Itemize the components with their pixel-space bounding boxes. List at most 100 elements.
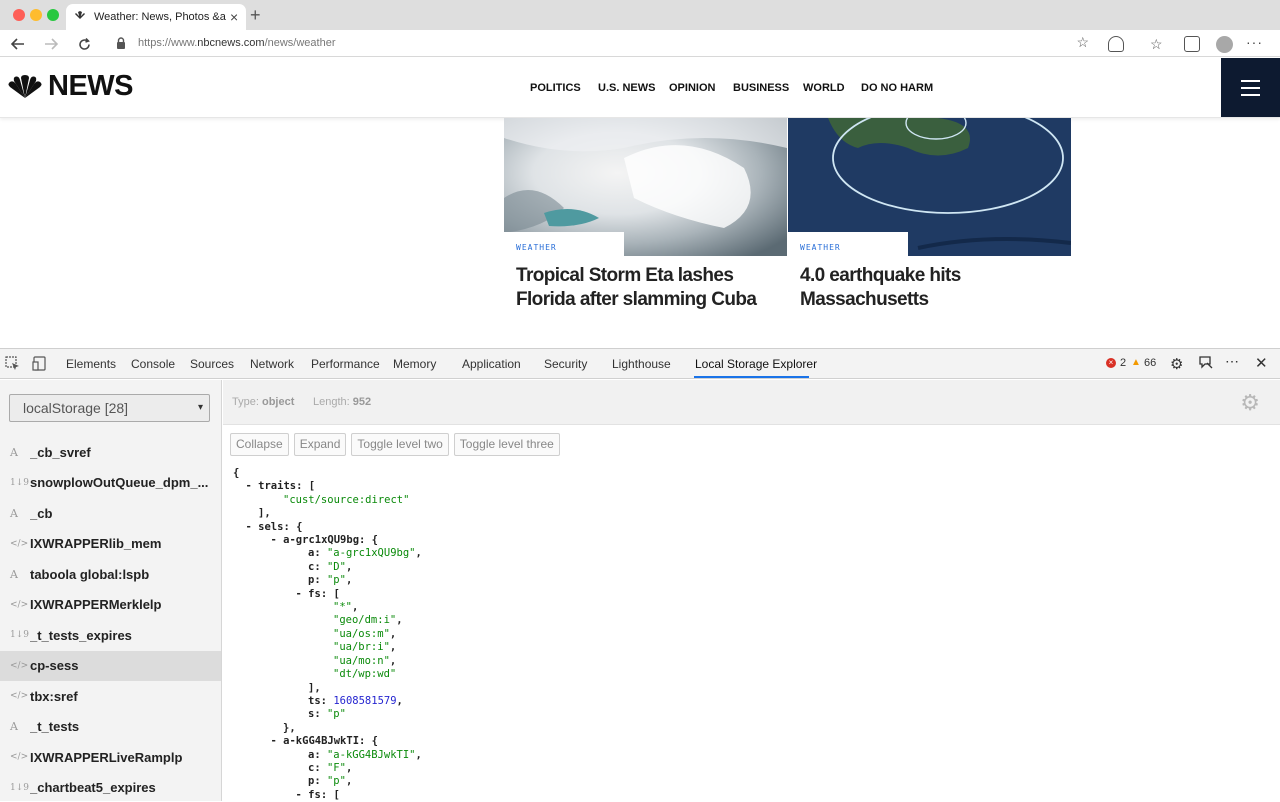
- json-token: : {: [359, 534, 378, 547]
- tab-title: Weather: News, Photos &amp; ...: [94, 11, 226, 23]
- tab-performance[interactable]: Performance: [311, 357, 380, 371]
- nav-do-no-harm[interactable]: DO NO HARM: [861, 82, 933, 94]
- tab-memory[interactable]: Memory: [393, 357, 436, 371]
- storage-key-name: IXWRAPPERlib_mem: [30, 536, 162, 552]
- window-maximize-button[interactable]: [47, 9, 59, 21]
- reload-icon: [78, 37, 90, 50]
- storm-satellite-image[interactable]: [504, 118, 787, 256]
- json-key: sels: [258, 520, 284, 533]
- tab-lighthouse[interactable]: Lighthouse: [612, 357, 671, 371]
- tab-sources[interactable]: Sources: [190, 357, 234, 371]
- nav-opinion[interactable]: OPINION: [669, 82, 715, 94]
- browser-menu-icon[interactable]: ···: [1246, 34, 1263, 50]
- warning-count[interactable]: 66: [1144, 357, 1156, 369]
- viewer-settings-gear-icon[interactable]: ⚙: [1240, 390, 1260, 416]
- forward-button[interactable]: [41, 34, 61, 54]
- json-token[interactable]: -: [296, 789, 309, 801]
- inspect-element-icon[interactable]: [5, 356, 20, 371]
- toggle-level-three-button[interactable]: Toggle level three: [453, 433, 560, 456]
- bookmark-star-icon[interactable]: ☆: [1076, 34, 1089, 51]
- tracking-prevention-icon[interactable]: [1108, 36, 1124, 52]
- json-token[interactable]: -: [296, 588, 309, 600]
- json-token[interactable]: -: [246, 480, 259, 492]
- json-token: : {: [359, 735, 378, 748]
- tab-elements[interactable]: Elements: [66, 357, 116, 371]
- device-toolbar-icon[interactable]: [32, 356, 47, 371]
- window-minimize-button[interactable]: [30, 9, 42, 21]
- favorites-icon[interactable]: ☆: [1150, 36, 1166, 52]
- json-token[interactable]: -: [271, 534, 284, 546]
- storage-type-select[interactable]: localStorage [28] ▾: [9, 394, 210, 422]
- nav-business[interactable]: BUSINESS: [733, 82, 789, 94]
- storage-key-item[interactable]: A _t_tests: [0, 712, 221, 743]
- toggle-level-two-button[interactable]: Toggle level two: [351, 433, 449, 456]
- collections-icon[interactable]: [1184, 36, 1200, 52]
- json-line: ts: 1608581579,: [233, 695, 422, 708]
- collapse-button[interactable]: Collapse: [230, 433, 289, 456]
- json-string-value: "ua/os:m": [333, 627, 390, 640]
- devtools-panel: Elements Console Sources Network Perform…: [0, 348, 1280, 802]
- expand-button[interactable]: Expand: [293, 433, 347, 456]
- storage-key-list: A _cb_svref 1↓9 snowplowOutQueue_dpm_... A _c…: [0, 437, 221, 802]
- profile-avatar[interactable]: [1216, 36, 1233, 53]
- card-headline[interactable]: Tropical Storm Eta lashes Florida after …: [516, 264, 776, 312]
- storage-key-item[interactable]: </> IXWRAPPERMerklelp: [0, 590, 221, 621]
- tab-security[interactable]: Security: [544, 357, 587, 371]
- earthquake-map-image[interactable]: [788, 118, 1071, 256]
- tab-console[interactable]: Console: [131, 357, 175, 371]
- tab-close-icon[interactable]: ×: [230, 10, 238, 24]
- storage-key-name: _cb_svref: [30, 444, 91, 460]
- back-button[interactable]: [8, 34, 28, 54]
- json-line: "ua/mo:n",: [233, 655, 422, 668]
- card-category-label[interactable]: WEATHER: [800, 243, 841, 252]
- json-line: "ua/br:i",: [233, 641, 422, 654]
- more-options-icon[interactable]: ⋯: [1225, 353, 1240, 370]
- value-meta-bar: Type: object Length: 952 ⚙: [223, 380, 1280, 425]
- json-string-value: "D": [326, 560, 346, 573]
- storage-key-item[interactable]: A _cb_svref: [0, 437, 221, 468]
- json-token: ,: [389, 654, 397, 667]
- storage-key-item[interactable]: </> IXWRAPPERLiveRamplp: [0, 742, 221, 773]
- card-category-label[interactable]: WEATHER: [516, 243, 557, 252]
- json-line: ],: [233, 507, 422, 520]
- url-field[interactable]: https://www.nbcnews.com/news/weather ☆: [110, 33, 1095, 55]
- json-line: a: "a-kGG4BJwkTI",: [233, 749, 422, 762]
- json-string-value: "p": [326, 708, 346, 721]
- news-logo-text[interactable]: NEWS: [48, 70, 134, 103]
- warning-icon[interactable]: ▲: [1131, 357, 1141, 368]
- news-card[interactable]: WEATHER 4.0 earthquake hits Massachusett…: [788, 118, 1071, 310]
- hamburger-menu-button[interactable]: [1221, 58, 1280, 117]
- json-token: :: [320, 694, 334, 707]
- tab-application[interactable]: Application: [462, 357, 521, 371]
- storage-key-item[interactable]: 1↓9 _t_tests_expires: [0, 620, 221, 651]
- browser-tab[interactable]: Weather: News, Photos &amp; ... ×: [66, 4, 246, 30]
- storage-key-item[interactable]: 1↓9 _chartbeat5_expires: [0, 773, 221, 802]
- error-icon[interactable]: ×: [1106, 358, 1116, 368]
- storage-key-item[interactable]: </> tbx:sref: [0, 681, 221, 712]
- news-card[interactable]: WEATHER Tropical Storm Eta lashes Florid…: [504, 118, 787, 310]
- storage-key-item[interactable]: </> cp-sess: [0, 650, 221, 681]
- nav-us-news[interactable]: U.S. NEWS: [598, 82, 655, 94]
- feedback-icon[interactable]: [1198, 355, 1214, 371]
- json-token[interactable]: -: [246, 521, 259, 533]
- tab-network[interactable]: Network: [250, 357, 294, 371]
- nbc-peacock-logo-icon[interactable]: [6, 75, 44, 99]
- value-type: Type: object: [232, 396, 295, 408]
- tab-local-storage-explorer[interactable]: Local Storage Explorer: [695, 357, 817, 371]
- window-close-button[interactable]: [13, 9, 25, 21]
- settings-gear-icon[interactable]: ⚙: [1170, 355, 1183, 373]
- json-token[interactable]: -: [271, 735, 284, 747]
- reload-button[interactable]: [74, 34, 94, 54]
- nav-world[interactable]: WORLD: [803, 82, 845, 94]
- error-count[interactable]: 2: [1120, 357, 1126, 369]
- storage-key-item[interactable]: 1↓9 snowplowOutQueue_dpm_...: [0, 468, 221, 499]
- nav-politics[interactable]: POLITICS: [530, 82, 581, 94]
- storage-key-item[interactable]: Ataboola global:lspb: [0, 559, 221, 590]
- storage-key-item[interactable]: A _cb: [0, 498, 221, 529]
- card-headline[interactable]: 4.0 earthquake hits Massachusetts: [800, 264, 1060, 312]
- close-devtools-icon[interactable]: ✕: [1255, 354, 1268, 372]
- storage-key-item[interactable]: </> IXWRAPPERlib_mem: [0, 529, 221, 560]
- json-token: ],: [308, 681, 321, 694]
- json-string-value: "p": [326, 574, 346, 587]
- new-tab-button[interactable]: +: [250, 6, 261, 24]
